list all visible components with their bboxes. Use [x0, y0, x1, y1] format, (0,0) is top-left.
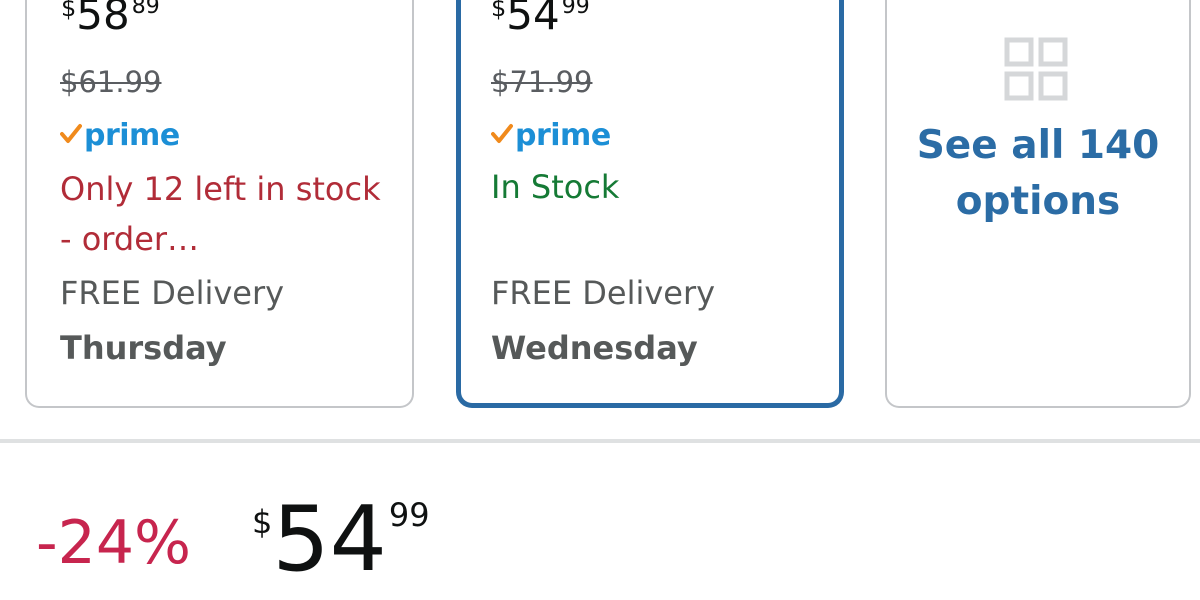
- prime-badge: prime: [491, 118, 611, 153]
- delivery-day: Thursday: [60, 329, 227, 367]
- section-divider: [0, 439, 1200, 443]
- prime-check-icon: [491, 121, 513, 147]
- price-currency-symbol: $: [252, 503, 273, 541]
- prime-check-icon: [60, 121, 82, 147]
- delivery-label: FREE Delivery: [491, 274, 716, 312]
- prime-label: prime: [515, 118, 611, 153]
- product-options-screen: $5889 $61.99 prime Only 12 left in stock…: [0, 0, 1200, 600]
- price-currency-symbol: $: [491, 0, 507, 22]
- option-price: $5889: [61, 0, 160, 39]
- price-whole: 58: [76, 0, 130, 39]
- delivery-day: Wednesday: [491, 329, 698, 367]
- price-whole: 54: [272, 487, 387, 592]
- see-all-options-link[interactable]: See all 140 options: [896, 118, 1180, 230]
- delivery-label: FREE Delivery: [60, 274, 285, 312]
- list-price: $71.99: [491, 65, 593, 99]
- price-currency-symbol: $: [61, 0, 77, 22]
- availability-in-stock: In Stock: [491, 168, 620, 206]
- discount-percentage: -24%: [36, 508, 192, 578]
- current-price: $5499: [252, 487, 430, 592]
- list-price: $61.99: [60, 65, 162, 99]
- price-fraction: 99: [388, 496, 430, 534]
- option-card-2-selected[interactable]: $5499 $71.99 prime In Stock FREE Deliver…: [456, 0, 844, 408]
- option-card-1[interactable]: $5889 $61.99 prime Only 12 left in stock…: [25, 0, 414, 408]
- option-price: $5499: [491, 0, 590, 39]
- price-fraction: 99: [561, 0, 590, 19]
- price-whole: 54: [506, 0, 560, 39]
- prime-label: prime: [84, 118, 180, 153]
- prime-badge: prime: [60, 118, 180, 153]
- price-fraction: 89: [131, 0, 160, 19]
- grid-icon: [1004, 37, 1068, 101]
- availability-low-stock: Only 12 left in stock - order…: [60, 170, 381, 258]
